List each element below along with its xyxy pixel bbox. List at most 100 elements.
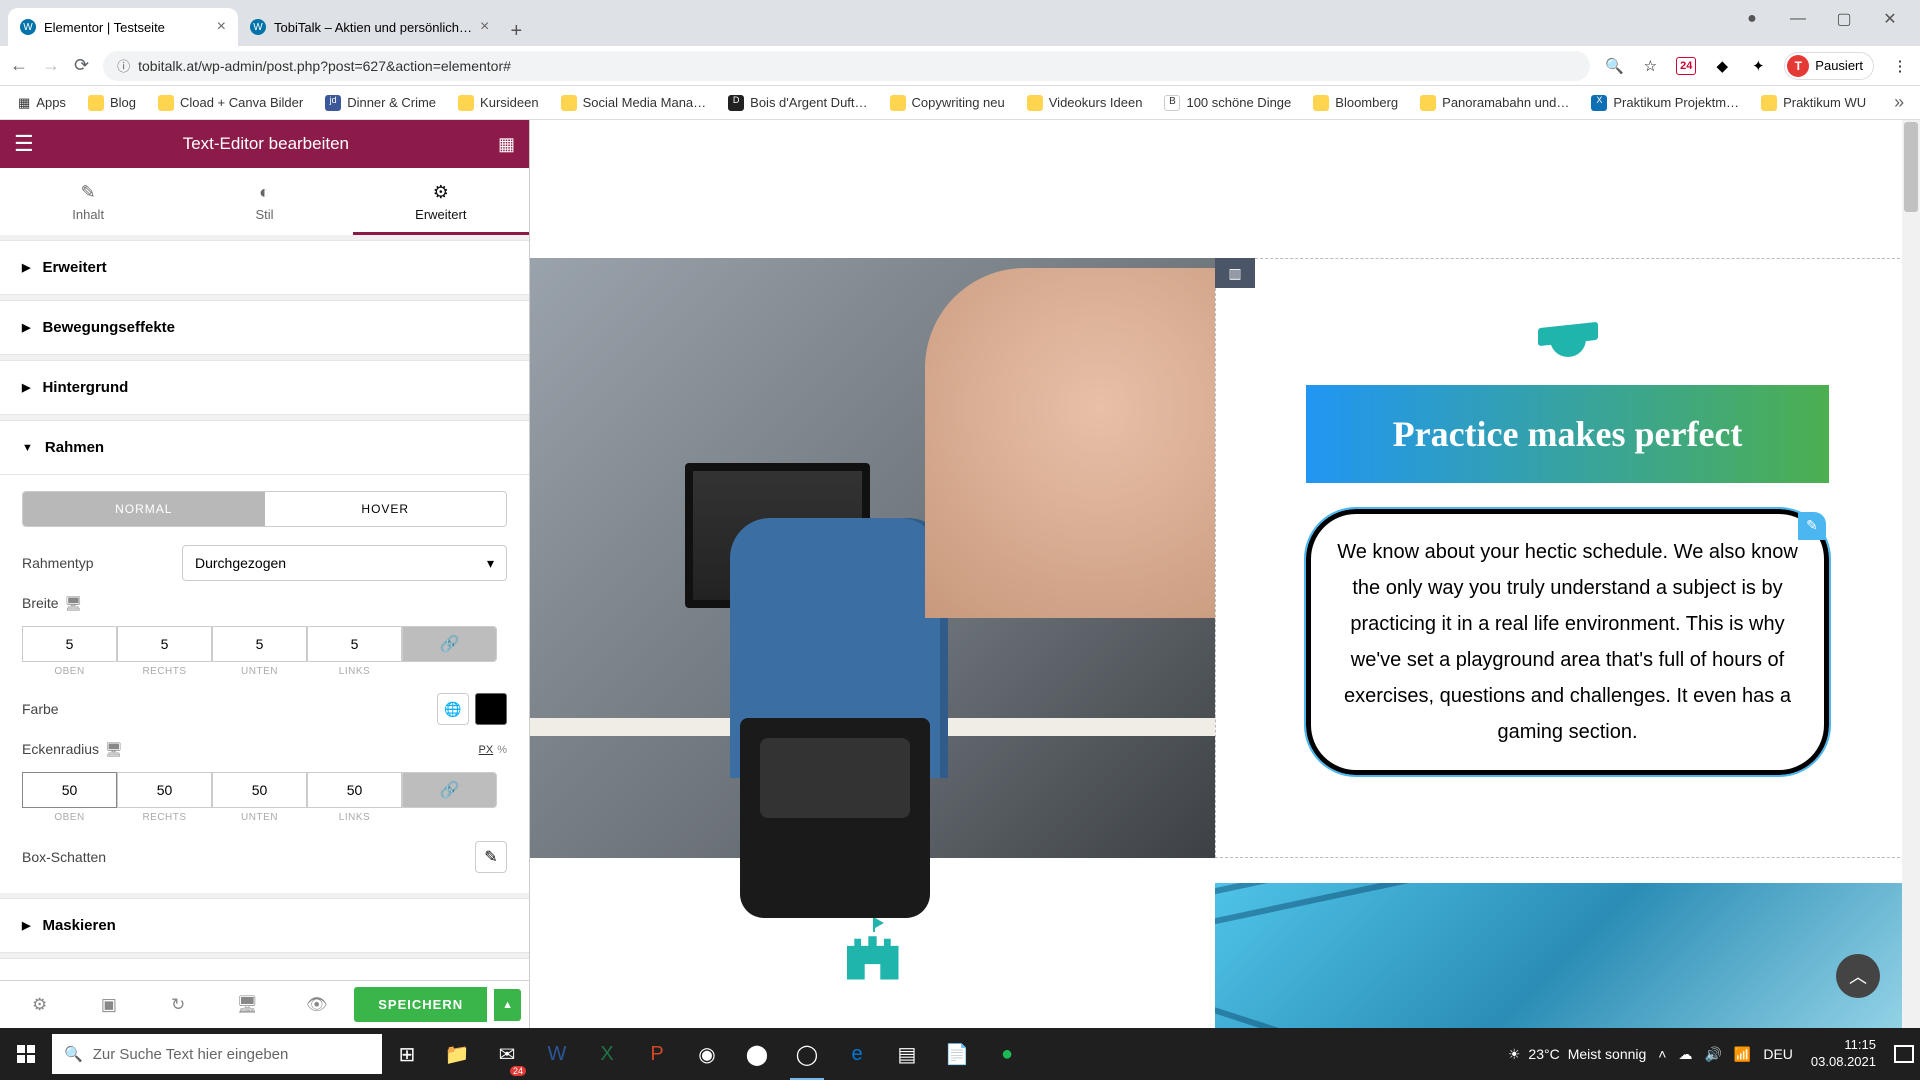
taskbar-search[interactable]: 🔍 Zur Suche Text hier eingeben: [52, 1034, 382, 1074]
start-button[interactable]: [0, 1028, 52, 1080]
bookmark-item[interactable]: DBois d'Argent Duft…: [720, 91, 875, 115]
breite-links-input[interactable]: [307, 626, 402, 662]
accordion-erweitert[interactable]: ▶Erweitert: [0, 241, 529, 295]
browser-tab-active[interactable]: W Elementor | Testseite ×: [8, 8, 238, 46]
bookmark-item[interactable]: Blog: [80, 91, 144, 115]
rahmentyp-select[interactable]: Durchgezogen ▾: [182, 545, 507, 581]
link-values-button[interactable]: 🔗: [402, 626, 497, 662]
devices-icon[interactable]: 🖥: [105, 741, 123, 757]
bookmark-item[interactable]: Bloomberg: [1305, 91, 1406, 115]
action-center-button[interactable]: [1894, 1045, 1914, 1063]
file-explorer-button[interactable]: 📁: [432, 1028, 482, 1080]
right-column[interactable]: Practice makes perfect ✎ We know about y…: [1215, 258, 1920, 858]
onedrive-icon[interactable]: ☁: [1678, 1046, 1692, 1063]
bookmark-item[interactable]: Copywriting neu: [882, 91, 1013, 115]
radius-links-input[interactable]: [307, 772, 402, 808]
accordion-maskieren[interactable]: ▶Maskieren: [0, 899, 529, 953]
close-window-icon[interactable]: ✕: [1868, 4, 1912, 34]
star-icon[interactable]: ☆: [1640, 56, 1660, 76]
unit-toggle[interactable]: PX%: [479, 744, 507, 756]
close-icon[interactable]: ×: [217, 18, 226, 36]
profile-button[interactable]: T Pausiert: [1784, 52, 1874, 80]
spotify-button[interactable]: ●: [982, 1028, 1032, 1080]
accordion-bewegung[interactable]: ▶Bewegungseffekte: [0, 301, 529, 355]
bottom-right-image[interactable]: ︿: [1215, 883, 1920, 1028]
breite-unten-input[interactable]: [212, 626, 307, 662]
text-editor-widget[interactable]: ✎ We know about your hectic schedule. We…: [1306, 509, 1829, 775]
devices-icon[interactable]: 🖥: [65, 595, 83, 611]
bookmark-item[interactable]: jdDinner & Crime: [317, 91, 444, 115]
powerpoint-button[interactable]: P: [632, 1028, 682, 1080]
tab-erweitert[interactable]: ⚙Erweitert: [353, 168, 529, 235]
extensions-puzzle-icon[interactable]: ✦: [1748, 56, 1768, 76]
settings-button[interactable]: ⚙: [8, 995, 71, 1015]
url-bar[interactable]: ⓘ tobitalk.at/wp-admin/post.php?post=627…: [103, 51, 1590, 81]
app-button[interactable]: ◉: [682, 1028, 732, 1080]
language-indicator[interactable]: DEU: [1763, 1046, 1793, 1062]
bottom-left-column[interactable]: [530, 883, 1215, 1028]
back-icon[interactable]: ←: [10, 55, 28, 76]
task-view-button[interactable]: ⊞: [382, 1028, 432, 1080]
save-options-button[interactable]: ▲: [494, 989, 521, 1021]
reload-icon[interactable]: ⟳: [74, 55, 89, 76]
tab-stil[interactable]: ◐Stil: [176, 168, 352, 235]
edge-button[interactable]: e: [832, 1028, 882, 1080]
color-swatch[interactable]: [475, 693, 507, 725]
box-shadow-edit-button[interactable]: ✎: [475, 841, 507, 873]
vertical-scrollbar[interactable]: [1902, 120, 1920, 1028]
excel-button[interactable]: X: [582, 1028, 632, 1080]
bookmark-item[interactable]: Praktikum WU: [1753, 91, 1874, 115]
scroll-to-top-button[interactable]: ︿: [1836, 954, 1880, 998]
bookmark-item[interactable]: B100 schöne Dinge: [1156, 91, 1299, 115]
state-hover-button[interactable]: HOVER: [265, 492, 507, 526]
forward-icon[interactable]: →: [42, 55, 60, 76]
bookmark-item[interactable]: Kursideen: [450, 91, 547, 115]
tray-chevron-icon[interactable]: ˄: [1658, 1046, 1666, 1062]
edit-widget-button[interactable]: ✎: [1798, 512, 1826, 540]
tab-inhalt[interactable]: ✎Inhalt: [0, 168, 176, 235]
responsive-button[interactable]: 🖥: [216, 995, 279, 1015]
history-button[interactable]: ↻: [147, 995, 210, 1015]
bookmark-item[interactable]: Cload + Canva Bilder: [150, 91, 311, 115]
close-icon[interactable]: ×: [480, 18, 489, 36]
accordion-hintergrund[interactable]: ▶Hintergrund: [0, 361, 529, 415]
global-color-button[interactable]: 🌐: [437, 693, 469, 725]
chrome-button[interactable]: ◯: [782, 1028, 832, 1080]
link-values-button[interactable]: 🔗: [402, 772, 497, 808]
radius-rechts-input[interactable]: [117, 772, 212, 808]
navigator-button[interactable]: ▣: [77, 995, 140, 1015]
mail-button[interactable]: ✉24: [482, 1028, 532, 1080]
bookmark-item[interactable]: XPraktikum Projektm…: [1583, 91, 1747, 115]
bookmark-item[interactable]: Videokurs Ideen: [1019, 91, 1151, 115]
menu-icon[interactable]: ☰: [14, 131, 34, 157]
heading-widget[interactable]: Practice makes perfect: [1306, 385, 1829, 483]
save-button[interactable]: SPEICHERN: [354, 987, 487, 1022]
apps-button[interactable]: ▦Apps: [10, 91, 74, 115]
maximize-icon[interactable]: ▢: [1822, 4, 1866, 34]
new-tab-button[interactable]: +: [501, 16, 531, 46]
preview-button[interactable]: 👁: [285, 995, 348, 1015]
weather-widget[interactable]: ☀ 23°C Meist sonnig: [1508, 1046, 1646, 1063]
section-handle-button[interactable]: ▥: [1215, 258, 1255, 288]
widgets-grid-icon[interactable]: ▦: [498, 134, 515, 155]
radius-oben-input[interactable]: [22, 772, 117, 808]
zoom-icon[interactable]: 🔍: [1604, 56, 1624, 76]
bookmark-item[interactable]: Social Media Mana…: [553, 91, 715, 115]
browser-tab-inactive[interactable]: W TobiTalk – Aktien und persönlich… ×: [238, 8, 501, 46]
breite-rechts-input[interactable]: [117, 626, 212, 662]
app-button[interactable]: ▤: [882, 1028, 932, 1080]
extension-todoist-icon[interactable]: 24: [1676, 56, 1696, 76]
wifi-icon[interactable]: 📶: [1734, 1046, 1751, 1063]
dot-icon[interactable]: ●: [1730, 4, 1774, 34]
elementor-canvas[interactable]: ◀ ▥ Practice makes perfect ✎ We know abo…: [530, 120, 1920, 1028]
taskbar-clock[interactable]: 11:15 03.08.2021: [1805, 1037, 1882, 1071]
extension-generic-icon[interactable]: ◆: [1712, 56, 1732, 76]
minimize-icon[interactable]: —: [1776, 4, 1820, 34]
image-widget[interactable]: [530, 258, 1215, 858]
breite-oben-input[interactable]: [22, 626, 117, 662]
bookmarks-overflow-icon[interactable]: »: [1886, 92, 1912, 113]
obs-button[interactable]: ⬤: [732, 1028, 782, 1080]
accordion-rahmen[interactable]: ▼Rahmen: [0, 421, 529, 475]
bookmark-item[interactable]: Panoramabahn und…: [1412, 91, 1577, 115]
notepad-button[interactable]: 📄: [932, 1028, 982, 1080]
